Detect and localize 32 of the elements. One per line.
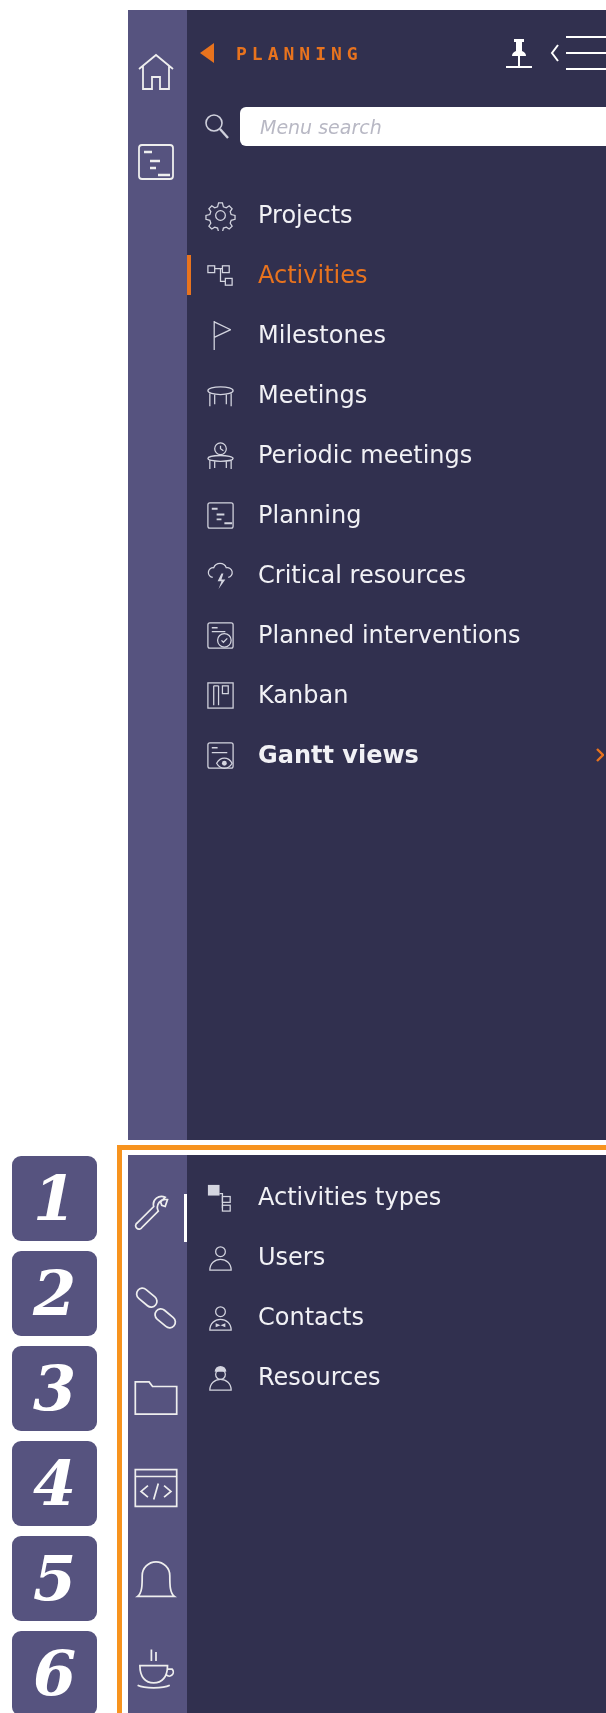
gantt-eye-icon (205, 739, 236, 771)
search-icon (204, 112, 230, 141)
section-title: PLANNING (236, 42, 363, 64)
calendar-clock-icon (205, 619, 236, 651)
number-badge: 4 (12, 1441, 97, 1526)
table-clock-icon (205, 439, 236, 471)
menu-item[interactable]: Activities (187, 255, 606, 295)
number-badge: 1 (12, 1156, 97, 1241)
menu-item[interactable]: Kanban (187, 675, 606, 715)
menu-item[interactable]: Critical resources (187, 555, 606, 595)
collapse-menu-icon[interactable] (548, 33, 606, 73)
kanban-icon (205, 679, 236, 711)
menu-item[interactable]: Resources (187, 1357, 606, 1397)
number-badge: 5 (12, 1536, 97, 1621)
menu-item[interactable]: Planning (187, 495, 606, 535)
chevron-icon (596, 748, 604, 762)
back-button[interactable] (200, 43, 214, 63)
gantt-icon (205, 499, 236, 531)
gear-icon (205, 199, 236, 231)
menu-item[interactable]: Users (187, 1237, 606, 1277)
menu-item[interactable]: Activities types (187, 1177, 606, 1217)
number-badge: 2 (12, 1251, 97, 1336)
search-field[interactable]: Menu search (240, 107, 606, 146)
menu-item[interactable]: Meetings (187, 375, 606, 415)
number-badge: 6 (12, 1631, 97, 1713)
menu-item[interactable]: Projects (187, 195, 606, 235)
menu-item[interactable]: Contacts (187, 1297, 606, 1337)
menu-item[interactable]: Milestones (187, 315, 606, 355)
number-badge: 3 (12, 1346, 97, 1431)
menu-item[interactable]: Periodic meetings (187, 435, 606, 475)
menu-item[interactable]: Gantt views (187, 735, 606, 775)
menu-item[interactable]: Planned interventions (187, 615, 606, 655)
